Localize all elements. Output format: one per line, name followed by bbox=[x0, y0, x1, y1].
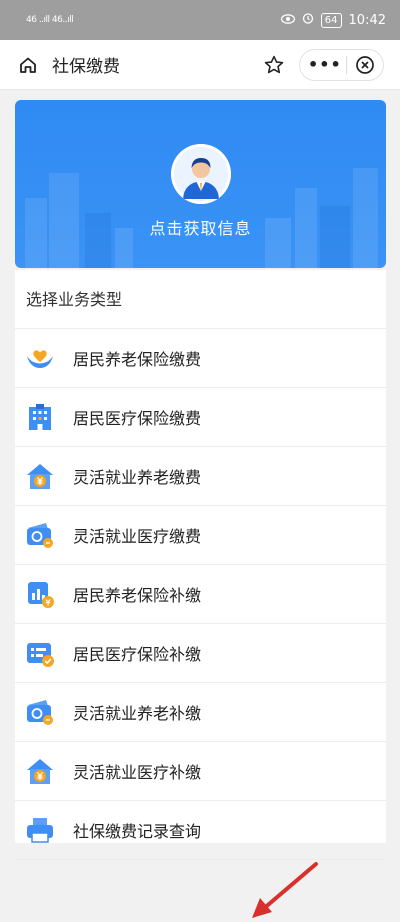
page-content: 点击获取信息 选择业务类型 居民养老保险缴费 居民医疗保险缴费 灵活就业养老缴费… bbox=[0, 90, 400, 918]
list-item[interactable]: 居民医疗保险缴费 bbox=[15, 388, 386, 447]
home-icon[interactable] bbox=[18, 55, 38, 75]
capsule-divider bbox=[346, 55, 347, 74]
section-title: 选择业务类型 bbox=[15, 270, 386, 329]
clock: 10:42 bbox=[348, 12, 386, 28]
list-item[interactable]: 灵活就业医疗补缴 bbox=[15, 742, 386, 801]
house-yuan-icon bbox=[24, 460, 56, 492]
item-label: 灵活就业医疗缴费 bbox=[73, 527, 202, 546]
banner-label: 点击获取信息 bbox=[149, 219, 252, 238]
item-label: 灵活就业医疗补缴 bbox=[73, 763, 202, 782]
item-label: 居民养老保险缴费 bbox=[73, 350, 202, 369]
close-icon[interactable] bbox=[355, 55, 375, 75]
battery-indicator: 64 bbox=[320, 12, 342, 28]
document-check-icon bbox=[24, 637, 56, 669]
item-label: 居民医疗保险缴费 bbox=[73, 409, 202, 428]
page-title: 社保缴费 bbox=[52, 57, 120, 77]
business-type-list: 选择业务类型 居民养老保险缴费 居民医疗保险缴费 灵活就业养老缴费 灵活就业医疗… bbox=[15, 270, 386, 860]
get-info-banner[interactable]: 点击获取信息 bbox=[15, 100, 386, 268]
annotation-arrow-icon bbox=[252, 862, 318, 918]
alarm-icon bbox=[302, 12, 314, 28]
list-item[interactable]: 灵活就业养老缴费 bbox=[15, 447, 386, 506]
user-avatar-icon bbox=[171, 144, 231, 204]
star-icon[interactable] bbox=[263, 54, 285, 76]
eye-icon bbox=[280, 13, 295, 28]
chart-coin-icon bbox=[24, 578, 56, 610]
list-item[interactable]: 居民养老保险补缴 bbox=[15, 565, 386, 624]
wallet-card-icon bbox=[24, 519, 56, 551]
house-yuan-icon bbox=[24, 755, 56, 787]
item-label: 灵活就业养老补缴 bbox=[73, 704, 202, 723]
item-label: 居民医疗保险补缴 bbox=[73, 645, 202, 664]
item-label: 居民养老保险补缴 bbox=[73, 586, 202, 605]
signal-text: 46 ..ıll 46..ıll bbox=[26, 15, 74, 25]
list-item[interactable]: 居民医疗保险补缴 bbox=[15, 624, 386, 683]
list-item[interactable]: 灵活就业医疗缴费 bbox=[15, 506, 386, 565]
item-label: 社保缴费记录查询 bbox=[73, 822, 202, 841]
mini-program-capsule: ••• bbox=[299, 48, 384, 81]
hospital-building-icon bbox=[24, 401, 56, 433]
printer-icon bbox=[24, 814, 56, 846]
more-button[interactable]: ••• bbox=[308, 55, 341, 74]
hands-heart-icon bbox=[24, 342, 56, 374]
list-item[interactable]: 社保缴费记录查询 bbox=[15, 801, 386, 860]
item-label: 灵活就业养老缴费 bbox=[73, 468, 202, 487]
navigation-bar: 社保缴费 ••• bbox=[0, 40, 400, 90]
list-item[interactable]: 灵活就业养老补缴 bbox=[15, 683, 386, 742]
signal-indicators: 46 ..ıll 46..ıll bbox=[26, 15, 74, 25]
wallet-card-icon bbox=[24, 696, 56, 728]
list-item[interactable]: 居民养老保险缴费 bbox=[15, 329, 386, 388]
status-bar: 46 ..ıll 46..ıll 64 10:42 bbox=[0, 0, 400, 40]
